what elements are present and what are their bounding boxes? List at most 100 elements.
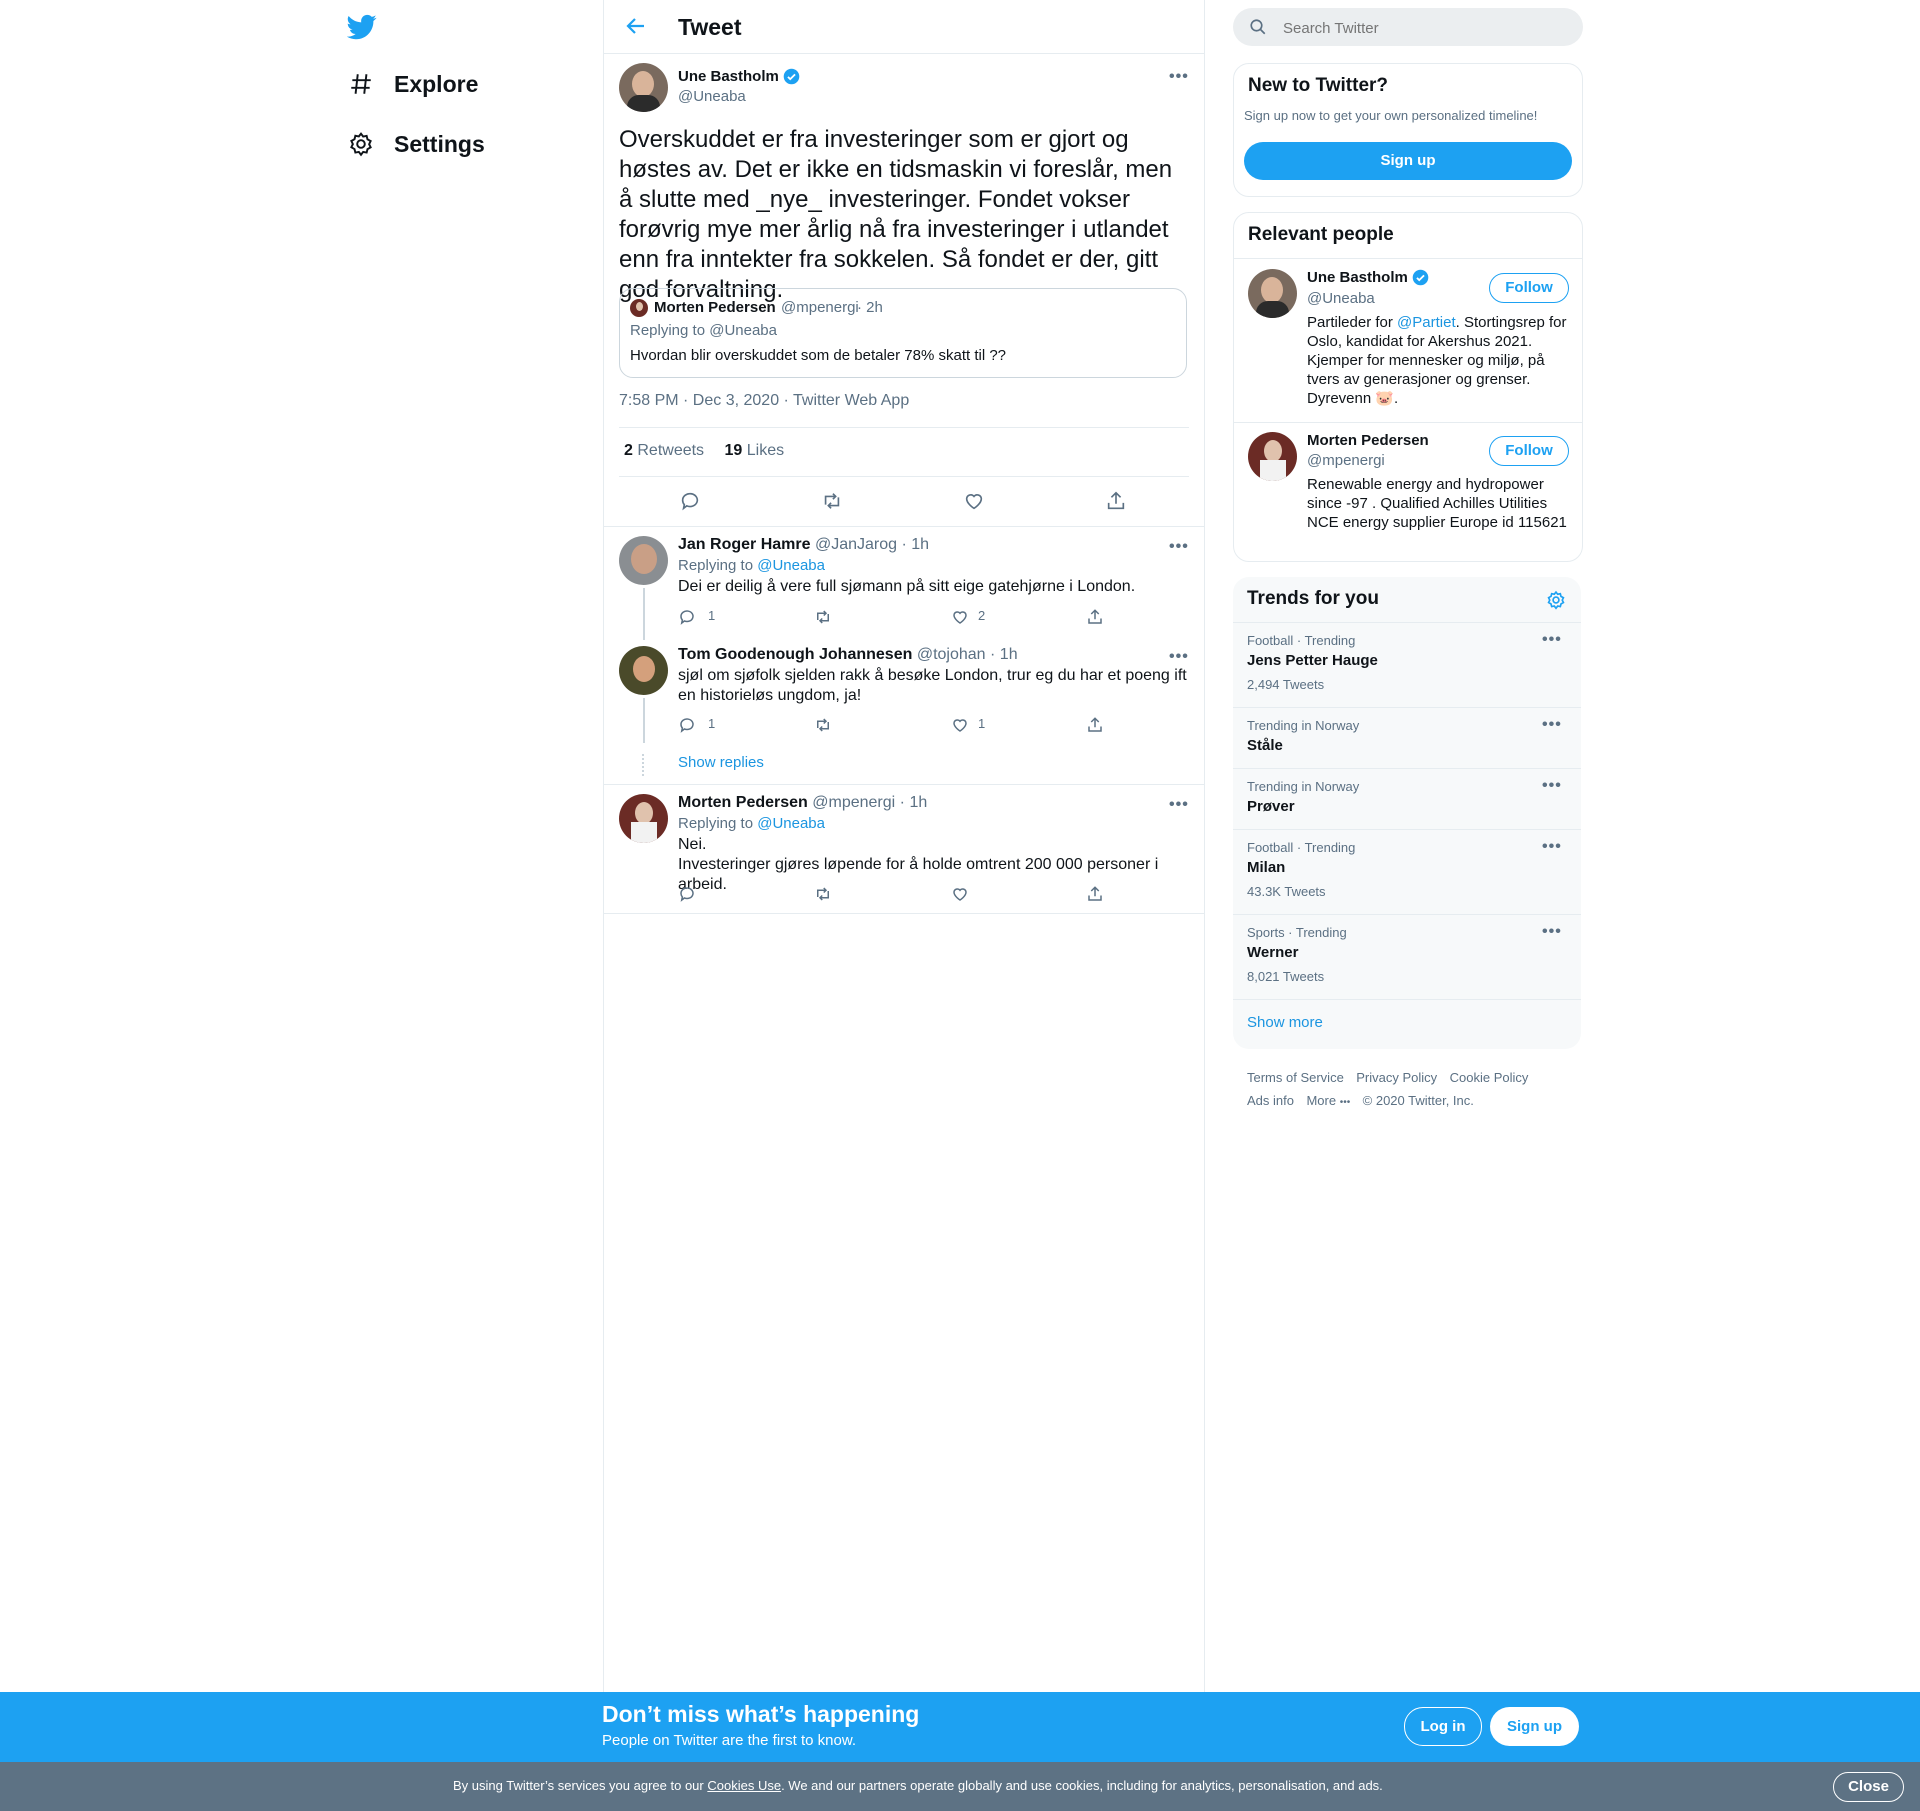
author-name[interactable]: Une Bastholm: [678, 68, 779, 85]
back-arrow-icon[interactable]: [624, 14, 648, 38]
bio-link[interactable]: @Partiet: [1397, 314, 1456, 331]
more-options-icon[interactable]: •••: [1542, 777, 1562, 795]
retweet-icon[interactable]: [814, 608, 832, 626]
person-name[interactable]: Une Bastholm: [1307, 269, 1408, 286]
quoted-tweet[interactable]: Morten Pedersen @mpenergi · 2h Replying …: [619, 288, 1187, 378]
more-options-icon[interactable]: •••: [1542, 838, 1562, 856]
follow-button[interactable]: Follow: [1489, 273, 1569, 303]
replying-to-handle[interactable]: @Uneaba: [757, 557, 825, 574]
search-box[interactable]: [1233, 8, 1583, 46]
reply-icon[interactable]: [678, 608, 696, 626]
like-icon[interactable]: [963, 490, 985, 512]
reply-icon[interactable]: [678, 885, 696, 903]
reply-icon[interactable]: [679, 490, 701, 512]
search-input[interactable]: [1281, 14, 1565, 42]
more-options-icon[interactable]: •••: [1542, 923, 1562, 941]
avatar-body: [631, 822, 657, 843]
signup-button[interactable]: Sign up: [1490, 1707, 1579, 1746]
reply-author-name[interactable]: Morten Pedersen: [678, 794, 808, 811]
avatar[interactable]: [1248, 432, 1297, 481]
trend-context: Sports · Trending: [1247, 925, 1347, 940]
nav-explore[interactable]: Explore: [348, 64, 478, 104]
retweet-icon[interactable]: [814, 716, 832, 734]
like-icon[interactable]: [951, 608, 969, 626]
more-options-icon[interactable]: •••: [1169, 648, 1189, 666]
more-options-icon[interactable]: •••: [1169, 538, 1189, 556]
close-button[interactable]: Close: [1833, 1772, 1904, 1802]
avatar-face: [1264, 440, 1282, 462]
author-handle[interactable]: @Uneaba: [678, 88, 746, 105]
avatar[interactable]: [1248, 269, 1297, 318]
trend-item[interactable]: Football · Trending Milan 43.3K Tweets •…: [1233, 830, 1581, 914]
nav-settings-label: Settings: [394, 130, 485, 157]
retweets-stat[interactable]: 2 Retweets: [624, 442, 704, 459]
quote-replying-to: Replying to @Uneaba: [630, 322, 777, 339]
share-icon[interactable]: [1086, 885, 1104, 903]
nav-settings[interactable]: Settings: [348, 124, 485, 164]
person-handle[interactable]: @mpenergi: [1307, 452, 1385, 469]
footer-links: Terms of Service Privacy Policy Cookie P…: [1247, 1066, 1587, 1114]
more-link[interactable]: More •••: [1306, 1093, 1350, 1108]
trend-item[interactable]: Trending in Norway Prøver •••: [1233, 769, 1581, 829]
likes-stat[interactable]: 19 Likes: [725, 442, 785, 459]
quote-author-handle: @mpenergi: [781, 299, 859, 316]
trend-item[interactable]: Football · Trending Jens Petter Hauge 2,…: [1233, 623, 1581, 707]
reply-time[interactable]: · 1h: [990, 646, 1018, 663]
reply-author-handle[interactable]: @mpenergi: [812, 794, 895, 811]
reply-time[interactable]: · 1h: [900, 794, 928, 811]
more-options-icon[interactable]: •••: [1169, 68, 1189, 86]
like-count: 2: [978, 608, 986, 623]
cookies-use-link[interactable]: Cookies Use: [707, 1778, 781, 1793]
reply-author-name[interactable]: Tom Goodenough Johannesen: [678, 646, 912, 663]
person-handle[interactable]: @Uneaba: [1307, 290, 1375, 307]
ads-info-link[interactable]: Ads info: [1247, 1093, 1294, 1108]
twitter-logo-icon[interactable]: [347, 12, 377, 42]
reply-author-name[interactable]: Jan Roger Hamre: [678, 536, 811, 553]
retweet-icon[interactable]: [821, 490, 843, 512]
quote-avatar: [630, 299, 648, 317]
reply-icon[interactable]: [678, 716, 696, 734]
reply-author-handle[interactable]: @JanJarog: [815, 536, 897, 553]
avatar[interactable]: [619, 794, 668, 843]
share-icon[interactable]: [1105, 490, 1127, 512]
avatar[interactable]: [619, 536, 668, 585]
person-name[interactable]: Morten Pedersen: [1307, 432, 1429, 449]
terms-link[interactable]: Terms of Service: [1247, 1070, 1344, 1085]
replying-to: Replying to @Uneaba: [678, 557, 825, 574]
reply-text-line: Investeringer gjøres løpende for å holde…: [678, 856, 1159, 893]
tweet-meta[interactable]: 7:58 PM · Dec 3, 2020 · Twitter Web App: [619, 392, 909, 410]
reply-author-handle[interactable]: @tojohan: [917, 646, 986, 663]
privacy-link[interactable]: Privacy Policy: [1356, 1070, 1437, 1085]
thread-dots: [642, 754, 646, 776]
avatar-face: [632, 71, 654, 97]
divider: [604, 526, 1204, 527]
signup-button[interactable]: Sign up: [1244, 142, 1572, 180]
verified-badge-icon: [1412, 269, 1429, 286]
more-options-icon[interactable]: •••: [1169, 796, 1189, 814]
trend-item[interactable]: Sports · Trending Werner 8,021 Tweets ••…: [1233, 915, 1581, 999]
more-options-icon[interactable]: •••: [1542, 631, 1562, 649]
avatar-face: [631, 544, 657, 574]
reply-time[interactable]: · 1h: [901, 536, 929, 553]
main-column: Tweet Une Bastholm @Uneaba ••• Overskudd…: [603, 0, 1205, 1692]
share-icon[interactable]: [1086, 608, 1104, 626]
relevant-people-card: Relevant people Une Bastholm @Uneaba Fol…: [1233, 212, 1583, 562]
quote-author-name: Morten Pedersen: [654, 299, 776, 316]
cookie-policy-link[interactable]: Cookie Policy: [1450, 1070, 1529, 1085]
trend-item[interactable]: Trending in Norway Ståle •••: [1233, 708, 1581, 768]
gear-icon: [348, 131, 374, 157]
like-icon[interactable]: [951, 716, 969, 734]
avatar[interactable]: [619, 63, 668, 112]
follow-button[interactable]: Follow: [1489, 436, 1569, 466]
show-replies-link[interactable]: Show replies: [678, 754, 764, 771]
more-options-icon[interactable]: •••: [1542, 716, 1562, 734]
share-icon[interactable]: [1086, 716, 1104, 734]
retweet-icon[interactable]: [814, 885, 832, 903]
avatar[interactable]: [619, 646, 668, 695]
login-button[interactable]: Log in: [1404, 1707, 1482, 1746]
replying-to-handle[interactable]: @Uneaba: [757, 815, 825, 832]
settings-gear-icon[interactable]: [1546, 590, 1566, 610]
show-more-link[interactable]: Show more: [1247, 1014, 1323, 1031]
divider: [1234, 422, 1582, 423]
like-icon[interactable]: [951, 885, 969, 903]
